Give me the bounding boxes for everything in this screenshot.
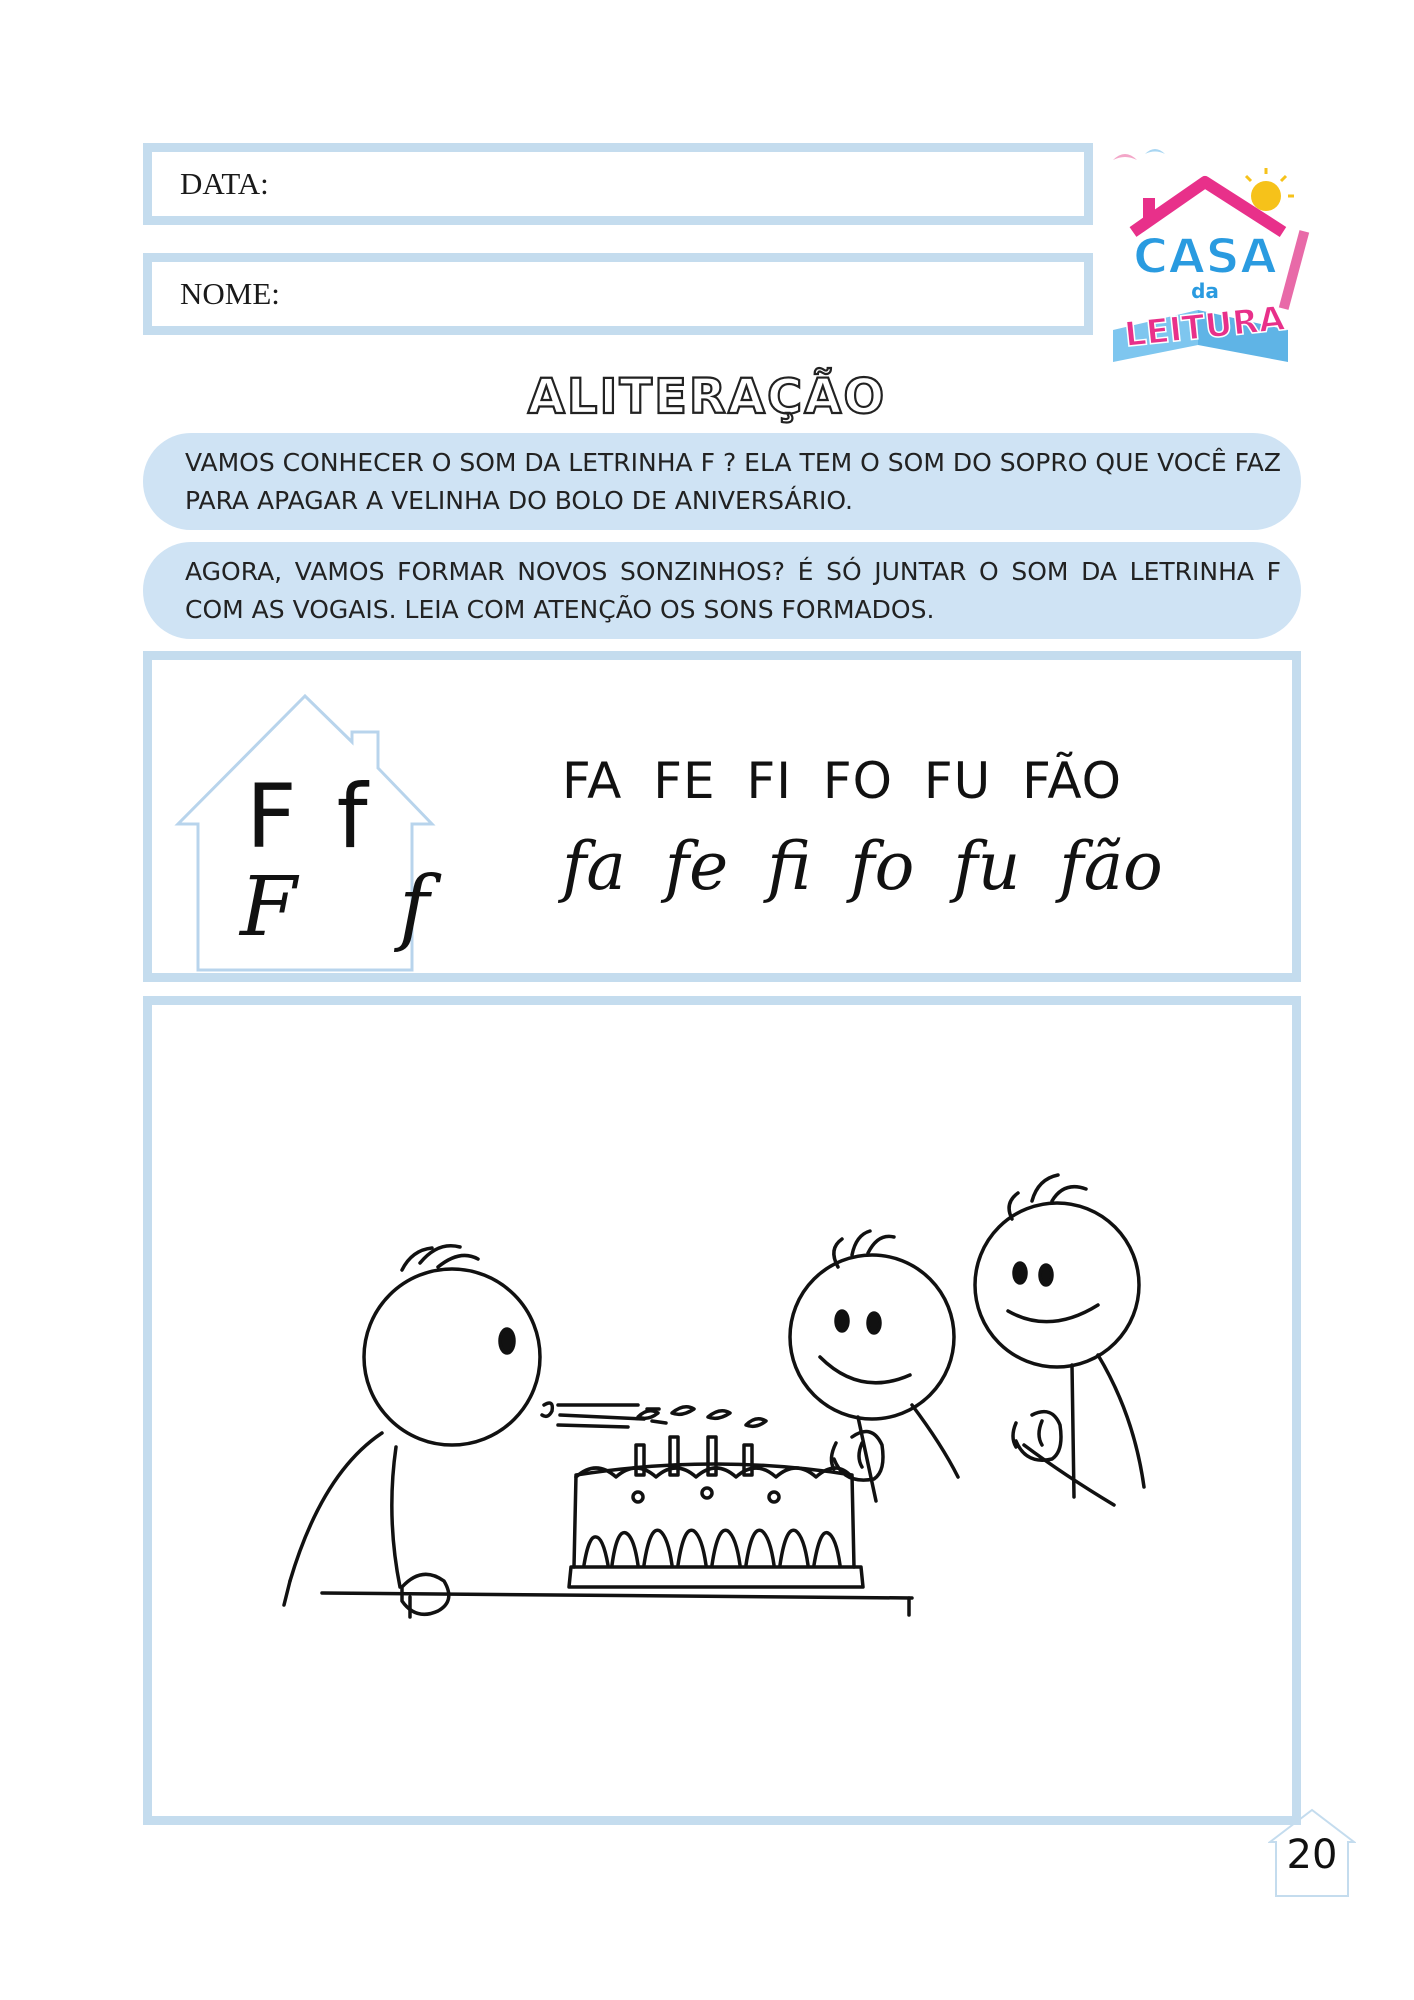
casa-da-leitura-logo: CASA da LEITURA	[1093, 140, 1315, 365]
date-field[interactable]: DATA:	[143, 143, 1093, 225]
date-label: DATA:	[180, 166, 269, 201]
logo-text-da: da	[1191, 279, 1219, 303]
logo-text-casa: CASA	[1133, 229, 1277, 285]
syllables-print: FA FE FI FO FU FÃO	[562, 752, 1123, 810]
syllable-panel: F f F f FA FE FI FO FU FÃO fa fe fi fo f…	[143, 651, 1301, 982]
picture-panel	[143, 996, 1301, 1825]
instruction-text: AGORA, VAMOS FORMAR NOVOS SONZINHOS? É S…	[185, 556, 1281, 624]
syllables-cursive: fa fe fi fo fu fão	[562, 828, 1163, 905]
name-field[interactable]: NOME:	[143, 253, 1093, 335]
instruction-text: VAMOS CONHECER O SOM DA LETRINHA F ? ELA…	[185, 447, 1281, 515]
instruction-bubble: AGORA, VAMOS FORMAR NOVOS SONZINHOS? É S…	[143, 542, 1301, 639]
page-title: ALITERAÇÃO	[527, 367, 886, 425]
bird-icon	[1145, 149, 1165, 154]
bird-icon	[1113, 154, 1137, 160]
page-number-badge: 20	[1268, 1808, 1356, 1898]
svg-text:ALITERAÇÃO: ALITERAÇÃO	[528, 368, 886, 425]
children-birthday-cake-icon	[282, 1173, 1146, 1619]
instruction-bubble: VAMOS CONHECER O SOM DA LETRINHA F ? ELA…	[143, 433, 1301, 530]
letter-cursive: F f	[240, 860, 468, 955]
letter-print: F f	[246, 765, 374, 868]
logo-graphic: CASA da LEITURA	[1113, 149, 1310, 362]
sun-icon	[1251, 181, 1281, 211]
name-label: NOME:	[180, 276, 280, 311]
page-number: 20	[1286, 1832, 1338, 1878]
